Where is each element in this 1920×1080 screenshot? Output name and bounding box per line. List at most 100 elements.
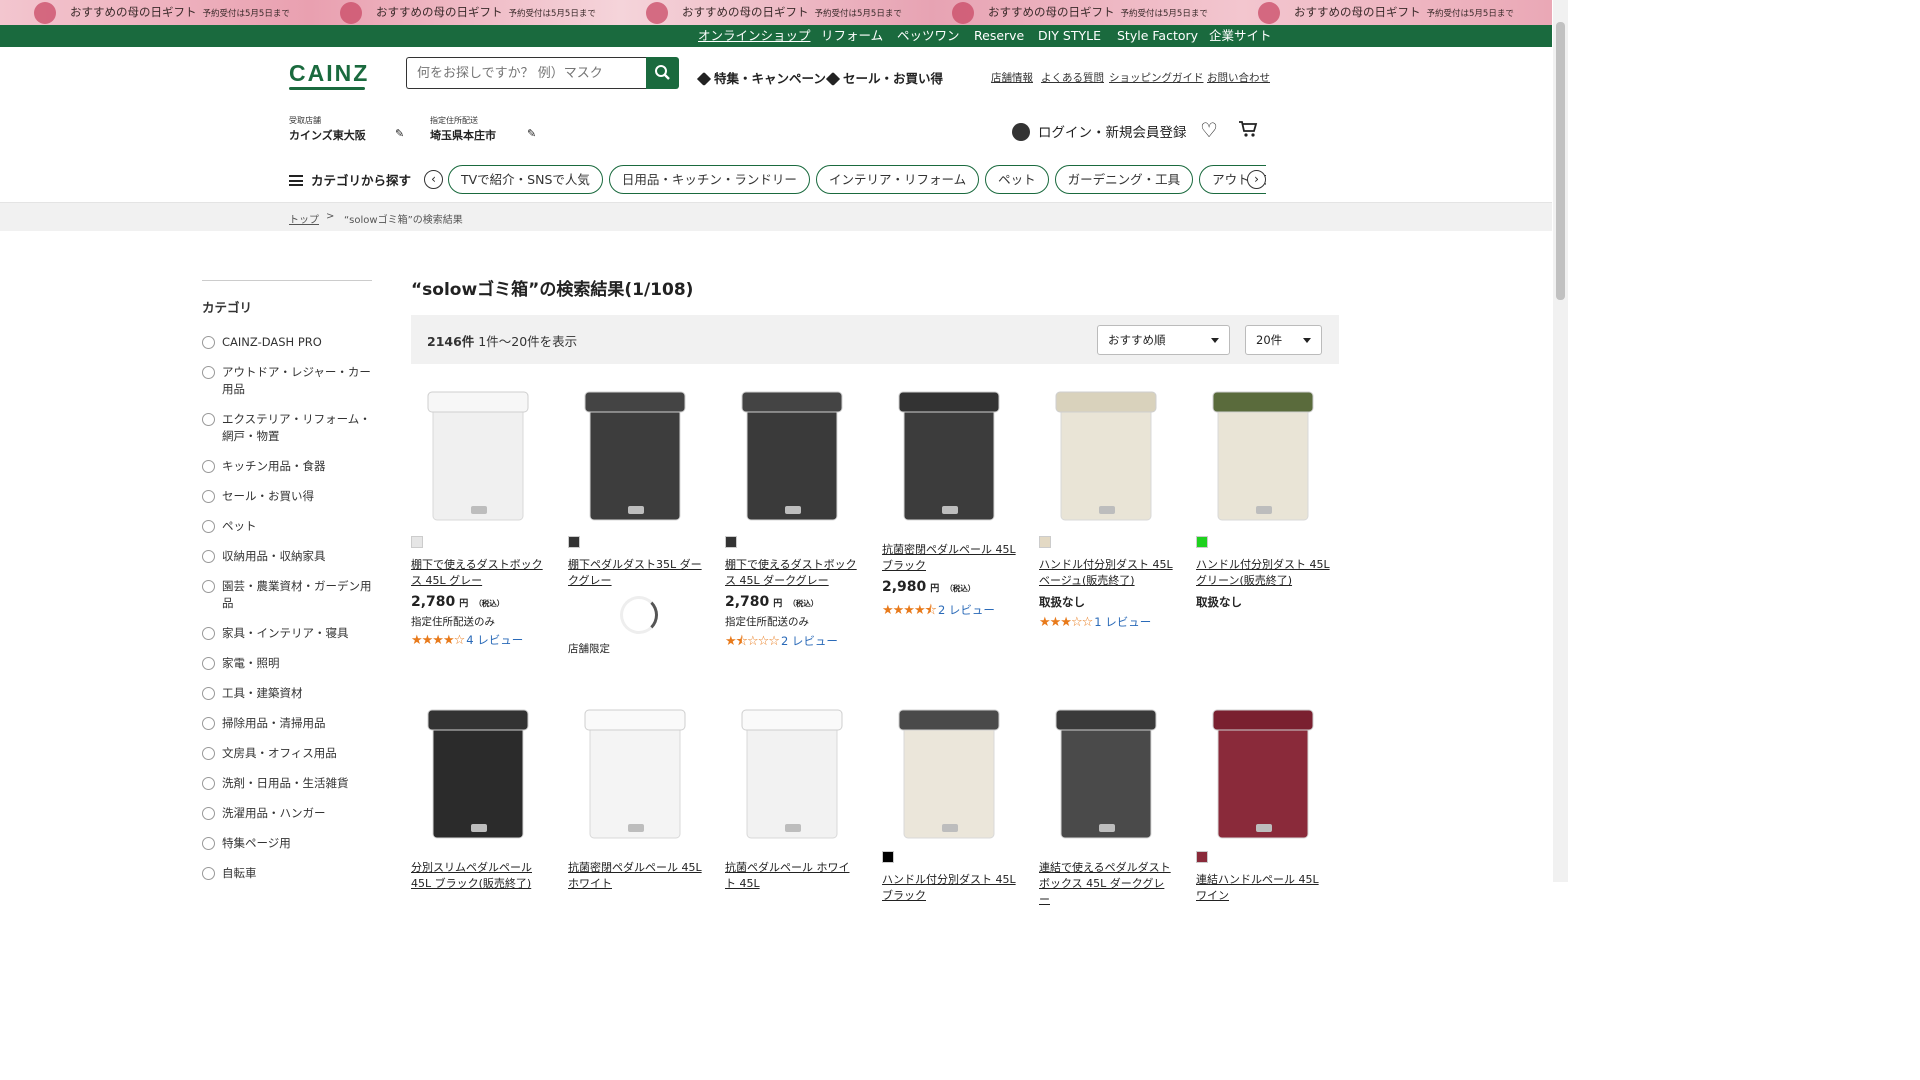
review-link[interactable]: 2 レビュー [938, 603, 995, 617]
category-item[interactable]: 自転車 [202, 865, 372, 882]
category-item[interactable]: 特集ページ用 [202, 835, 372, 852]
category-item[interactable]: アウトドア・レジャー・カー用品 [202, 364, 372, 398]
product-price: 2,780 円（税込） [725, 594, 819, 610]
cainz-logo[interactable]: CAINZ [289, 60, 369, 90]
category-item[interactable]: セール・お買い得 [202, 488, 372, 505]
pencil-icon[interactable]: ✎ [395, 127, 404, 140]
category-item[interactable]: 家具・インテリア・寝具 [202, 625, 372, 642]
product-name[interactable]: ハンドル付分別ダスト 45L グリーン(販売終了) [1196, 557, 1330, 589]
top-nav-petsone[interactable]: ペッツワン [897, 25, 960, 47]
review-link[interactable]: 4 レビュー [466, 633, 523, 647]
chevron-left-icon[interactable]: ‹ [424, 170, 443, 189]
top-nav-corporate[interactable]: 企業サイト [1209, 25, 1272, 47]
product-name[interactable]: 分別スリムペダルペール 45L ブラック(販売終了) [411, 860, 545, 892]
login-link[interactable]: ログイン・新規会員登録 [1012, 121, 1187, 141]
pencil-icon[interactable]: ✎ [527, 127, 536, 140]
product-name[interactable]: ハンドル付分別ダスト 45L ブラック [882, 872, 1016, 904]
sort-select[interactable]: おすすめ順 [1097, 325, 1230, 355]
scrollbar[interactable] [1553, 0, 1568, 882]
product-name[interactable]: 棚下で使えるダストボックス 45L グレー [411, 557, 545, 589]
product-name[interactable]: 抗菌ペダルペール ホワイト 45L [725, 860, 859, 892]
color-swatch[interactable] [568, 536, 580, 548]
store-label: 受取店舗 [289, 116, 321, 125]
star-rating[interactable]: ★★★★☆ 4 レビュー [411, 632, 523, 648]
contact-link[interactable]: お問い合わせ [1207, 70, 1270, 85]
availability-note: 取扱なし [1039, 595, 1085, 609]
mothers-day-banner[interactable]: おすすめの母の日ギフト 予約受付は5月5日まで おすすめの母の日ギフト 予約受付は5月… [0, 0, 1552, 25]
product-name[interactable]: 抗菌密閉ペダルペール 45L ホワイト [568, 860, 702, 892]
shopping-guide-link[interactable]: ショッピングガイド [1109, 70, 1204, 85]
product-image[interactable] [882, 384, 1016, 524]
cart-icon[interactable] [1238, 119, 1258, 139]
color-swatch[interactable] [411, 536, 423, 548]
color-swatch[interactable] [1196, 851, 1208, 863]
tag-icon [825, 71, 841, 87]
product-name[interactable]: 棚下ペダルダスト35L ダークグレー [568, 557, 702, 589]
product-image[interactable] [1039, 702, 1173, 842]
result-count: 2146件 1件〜20件を表示 [427, 334, 578, 349]
product-name[interactable]: 抗菌密閉ペダルペール 45L ブラック [882, 542, 1016, 574]
category-item[interactable]: 洗剤・日用品・生活雑貨 [202, 775, 372, 792]
color-swatch[interactable] [1196, 536, 1208, 548]
product-image[interactable] [1196, 702, 1330, 842]
top-nav-reserve[interactable]: Reserve [974, 25, 1024, 47]
product-image[interactable] [1196, 384, 1330, 524]
product-name[interactable]: ハンドル付分別ダスト 45L ベージュ(販売終了) [1039, 557, 1173, 589]
review-link[interactable]: 1 レビュー [1094, 615, 1151, 629]
search-button[interactable] [646, 57, 679, 89]
star-rating[interactable]: ★⯪☆☆☆ 2 レビュー [725, 632, 838, 654]
review-link[interactable]: 2 レビュー [781, 634, 838, 648]
category-filter-title: カテゴリ [202, 300, 253, 315]
address-value: 埼玉県本庄市 [430, 129, 496, 142]
product-image[interactable] [725, 702, 859, 842]
breadcrumb-home[interactable]: トップ [289, 211, 319, 226]
category-item[interactable]: 家電・照明 [202, 655, 372, 672]
faq-link[interactable]: よくある質問 [1041, 70, 1104, 85]
category-item[interactable]: エクステリア・リフォーム・網戸・物置 [202, 411, 372, 445]
store-info-link[interactable]: 店舗情報 [991, 70, 1033, 85]
product-name[interactable]: 連結で使えるペダルダスト ボックス 45L ダークグレー [1039, 860, 1173, 908]
pill-tv-sns[interactable]: TVで紹介・SNSで人気 [448, 165, 603, 194]
product-image[interactable] [411, 384, 545, 524]
category-item[interactable]: 文房具・オフィス用品 [202, 745, 372, 762]
pill-gardening[interactable]: ガーデニング・工具 [1054, 165, 1194, 194]
per-page-select[interactable]: 20件 [1245, 325, 1322, 355]
category-item[interactable]: 園芸・農業資材・ガーデン用品 [202, 578, 372, 612]
pill-daily-kitchen[interactable]: 日用品・キッチン・ランドリー [608, 165, 810, 194]
campaign-link[interactable]: 特集・キャンペーン [696, 68, 826, 87]
category-item[interactable]: キッチン用品・食器 [202, 458, 372, 475]
category-item[interactable]: ペット [202, 518, 372, 535]
product-image[interactable] [725, 384, 859, 524]
product-image[interactable] [568, 702, 702, 842]
color-swatch[interactable] [725, 536, 737, 548]
category-item[interactable]: 洗濯用品・ハンガー [202, 805, 372, 822]
address-label: 指定住所配送 [430, 116, 478, 125]
star-rating[interactable]: ★★★★⯪ 2 レビュー [882, 601, 995, 623]
category-item[interactable]: 掃除用品・清掃用品 [202, 715, 372, 732]
product-name[interactable]: 棚下で使えるダストボックス 45L ダークグレー [725, 557, 859, 589]
sale-link[interactable]: セール・お買い得 [825, 68, 943, 87]
heart-icon[interactable]: ♡ [1200, 118, 1218, 142]
category-item[interactable]: 工具・建築資材 [202, 685, 372, 702]
product-image[interactable] [568, 384, 702, 524]
top-nav-online-shop[interactable]: オンラインショップ [698, 25, 811, 47]
search-input[interactable] [406, 57, 646, 89]
chevron-right-icon[interactable]: › [1247, 170, 1266, 189]
category-item[interactable]: CAINZ-DASH PRO [202, 334, 372, 351]
category-menu-button[interactable]: カテゴリから探す [289, 170, 411, 189]
top-nav-reform[interactable]: リフォーム [821, 25, 883, 47]
top-nav-diy-style[interactable]: DIY STYLE [1038, 25, 1101, 47]
loading-spinner-icon [620, 596, 658, 634]
product-image[interactable] [1039, 384, 1173, 524]
color-swatch[interactable] [882, 851, 894, 863]
star-rating[interactable]: ★★★☆☆ 1 レビュー [1039, 614, 1151, 630]
product-name[interactable]: 連結ハンドルペール 45L ワイン [1196, 872, 1330, 904]
search-icon [655, 65, 670, 80]
color-swatch[interactable] [1039, 536, 1051, 548]
category-item[interactable]: 収納用品・収納家具 [202, 548, 372, 565]
top-nav-style-factory[interactable]: Style Factory [1117, 25, 1198, 47]
product-image[interactable] [411, 702, 545, 842]
pill-pet[interactable]: ペット [985, 165, 1049, 194]
pill-interior[interactable]: インテリア・リフォーム [815, 165, 980, 194]
product-image[interactable] [882, 702, 1016, 842]
